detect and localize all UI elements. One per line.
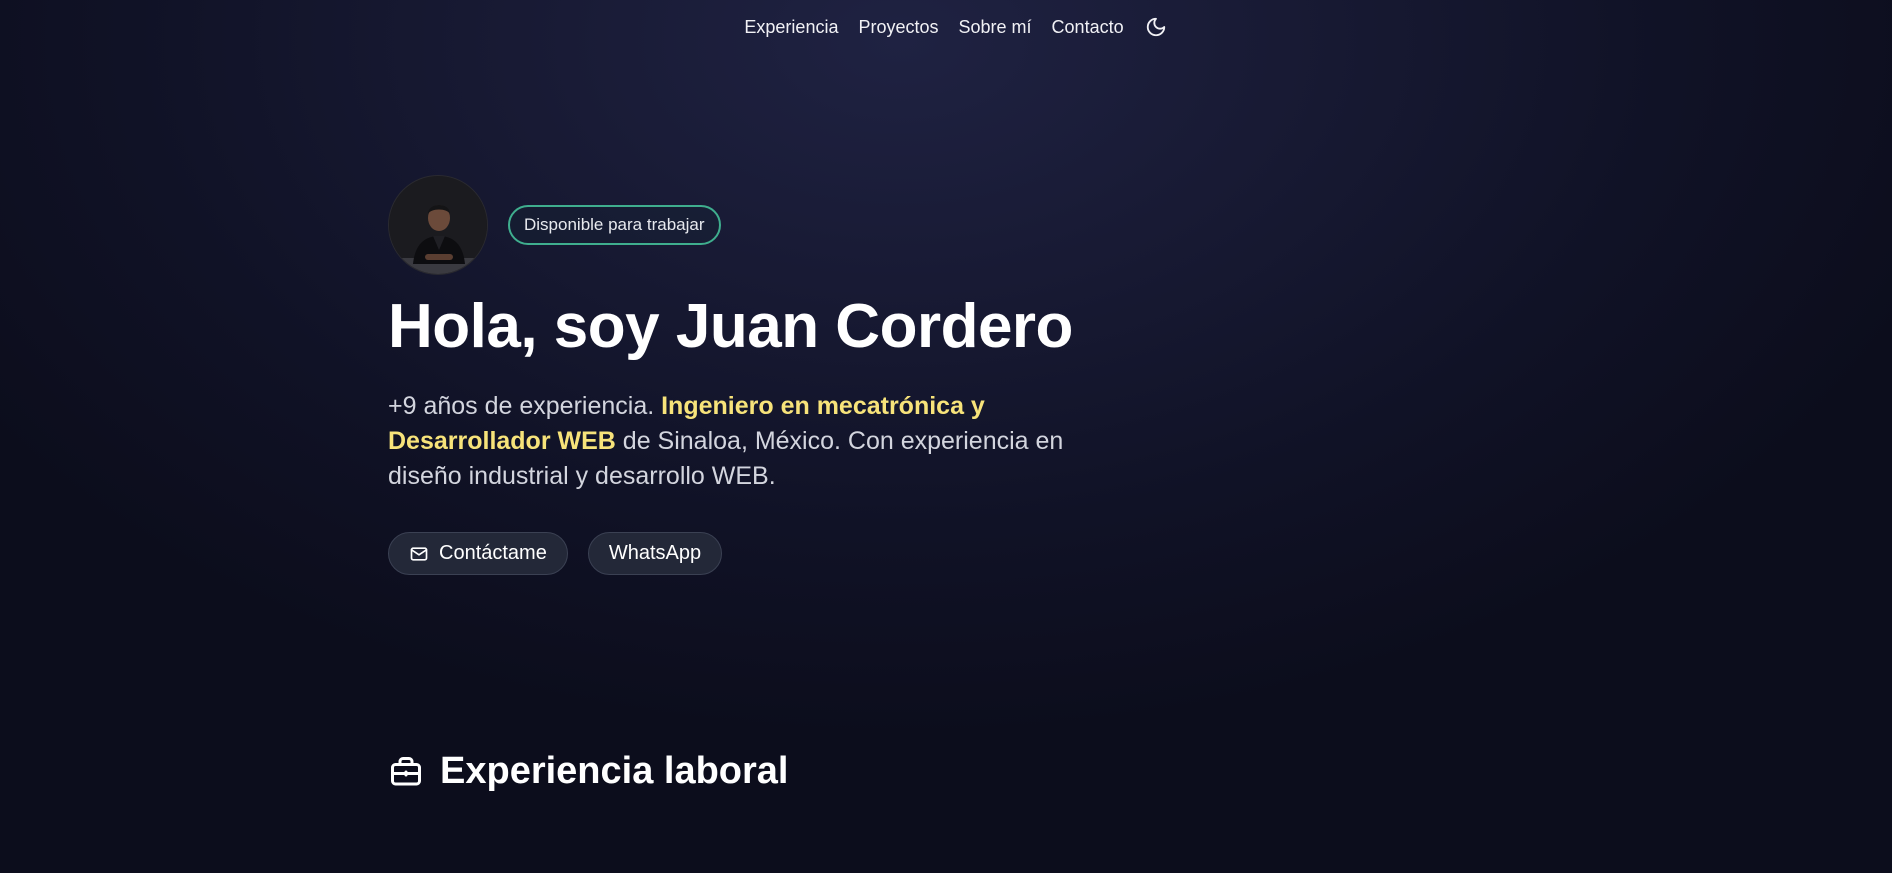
- experience-section-header: Experiencia laboral: [388, 750, 789, 793]
- whatsapp-button-label: WhatsApp: [608, 542, 702, 565]
- page-title: Hola, soy Juan Cordero: [388, 292, 1073, 361]
- nav-link-contacto[interactable]: Contacto: [1052, 17, 1124, 38]
- moon-icon: [1146, 17, 1165, 37]
- avatar: [388, 175, 488, 275]
- nav-link-sobre-mi[interactable]: Sobre mí: [959, 17, 1032, 38]
- briefcase-icon: [391, 756, 421, 785]
- hero-section: Disponible para trabajar Hola, soy Juan …: [388, 175, 1108, 576]
- hero-description: +9 años de experiencia. Ingeniero en mec…: [388, 389, 1108, 494]
- availability-badge: Disponible para trabajar: [508, 205, 721, 245]
- desc-prefix: +9 años de experiencia.: [388, 392, 662, 421]
- experience-title: Experiencia laboral: [440, 750, 789, 792]
- nav-link-proyectos[interactable]: Proyectos: [858, 17, 938, 38]
- nav-link-experiencia[interactable]: Experiencia: [744, 17, 838, 38]
- contact-button-label: Contáctame: [439, 542, 547, 565]
- theme-toggle-button[interactable]: [1144, 15, 1168, 39]
- contact-button[interactable]: Contáctame: [388, 532, 568, 576]
- profile-photo: [389, 176, 487, 274]
- hero-actions: Contáctame WhatsApp: [388, 532, 1108, 576]
- whatsapp-button[interactable]: WhatsApp: [587, 532, 723, 576]
- nav-links: Experiencia Proyectos Sobre mí Contacto: [744, 15, 1167, 39]
- top-navigation: Experiencia Proyectos Sobre mí Contacto: [0, 0, 1892, 54]
- mail-icon: [410, 547, 428, 561]
- hero-header: Disponible para trabajar: [388, 175, 1108, 275]
